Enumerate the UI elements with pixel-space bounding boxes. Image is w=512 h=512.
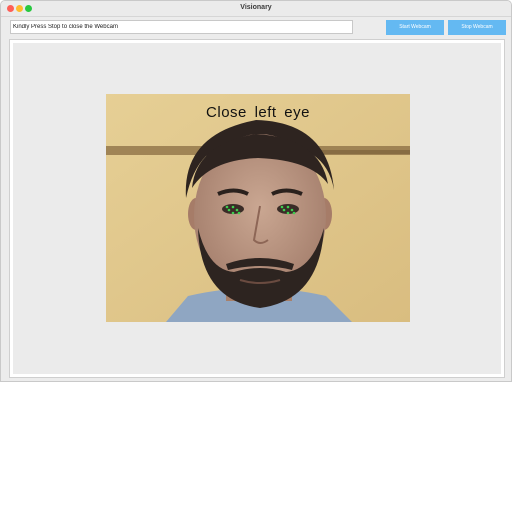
webcam-feed: Close left eye [106,94,410,322]
instruction-overlay-text: Close left eye [206,104,310,121]
video-panel: Close left eye [9,39,505,378]
stop-webcam-button[interactable]: Stop Webcam [448,20,506,35]
title-bar: Visionary [1,1,511,17]
status-field[interactable] [10,20,353,34]
window-title: Visionary [240,4,272,11]
app-window: Visionary Start Webcam Stop Webcam [0,0,512,382]
webcam-frame-image [106,94,410,322]
start-webcam-button[interactable]: Start Webcam [386,20,444,35]
